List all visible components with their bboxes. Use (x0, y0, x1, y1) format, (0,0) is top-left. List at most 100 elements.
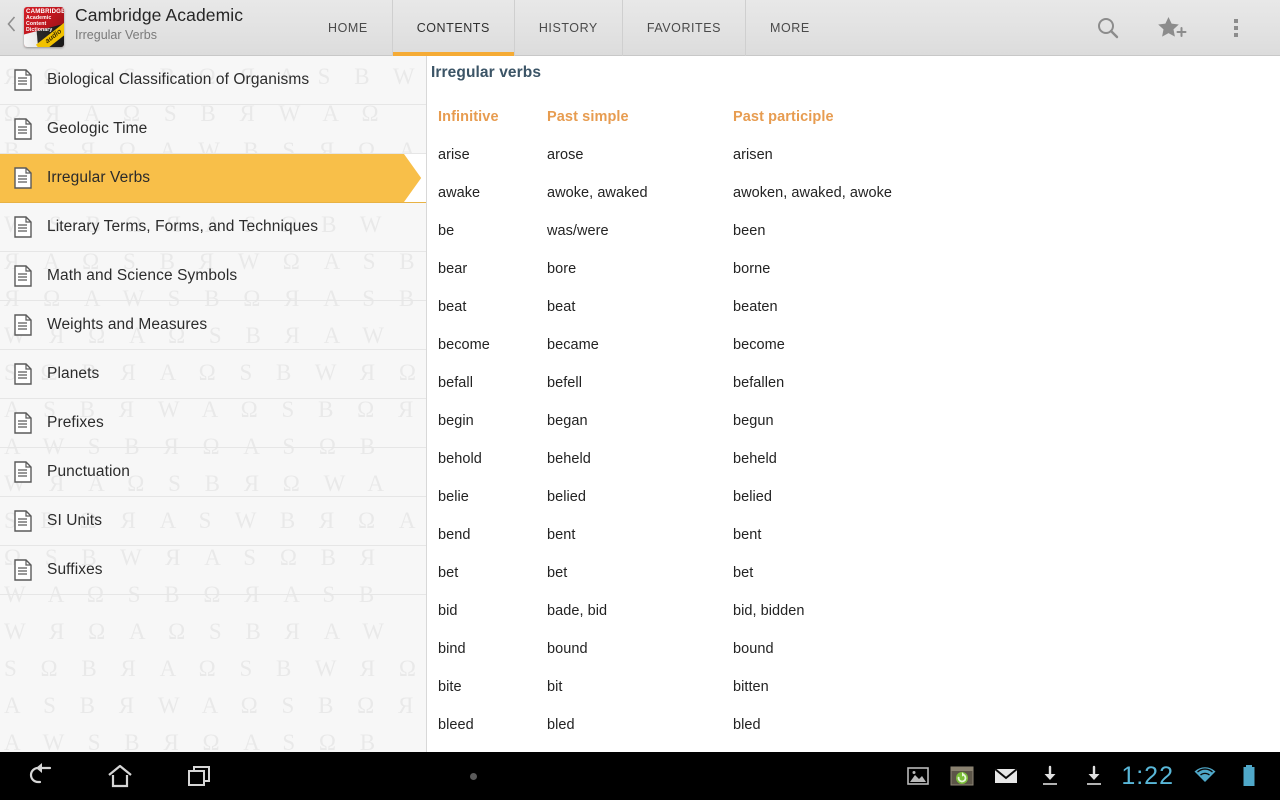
table-cell-past-simple: belied (547, 489, 586, 505)
table-cell-past-participle: bid, bidden (733, 603, 805, 619)
table-header-row: Infinitive Past simple Past participle (427, 109, 1280, 136)
tab-home[interactable]: HOME (304, 0, 392, 56)
document-icon (14, 314, 32, 336)
table-cell-infinitive: befall (438, 375, 473, 391)
nav-center-indicator (240, 772, 897, 780)
nav-dot-indicator (470, 772, 478, 780)
sidebar-item-label: Irregular Verbs (47, 169, 151, 186)
document-icon (14, 461, 32, 483)
table-cell-past-simple: bound (547, 641, 588, 657)
status-clock[interactable]: 1:22 (1117, 752, 1182, 800)
sidebar-item-label: Math and Science Symbols (47, 267, 238, 284)
table-cell-past-simple: began (547, 413, 588, 429)
table-body: arise arose arisen awake awoke, awaked awoken… (427, 136, 1280, 744)
app-root: CAMBRIDGE Academic Content Dictionary au… (0, 0, 1280, 800)
contents-sidebar[interactable]: Я Ω A S B Ω Я A S B W Ω Я A Ω S B Я W A … (0, 56, 426, 752)
sidebar-item-label: Geologic Time (47, 120, 148, 137)
download-status-icon-2-wrap[interactable] (1073, 752, 1115, 800)
table-cell-past-participle: arisen (733, 147, 773, 163)
table-cell-infinitive: bend (438, 527, 471, 543)
sidebar-item-irregular-verbs[interactable]: Irregular Verbs (0, 154, 426, 203)
header-back-caret[interactable] (0, 0, 22, 56)
document-icon (14, 510, 32, 532)
tab-history[interactable]: HISTORY (513, 0, 622, 56)
table-cell-past-participle: beaten (733, 299, 778, 315)
table-row: bind bound bound (427, 630, 1280, 668)
sidebar-item-label: Prefixes (47, 414, 104, 431)
search-icon (1098, 18, 1119, 39)
sidebar-item-literary-terms-forms-and-techniques[interactable]: Literary Terms, Forms, and Techniques (0, 203, 426, 252)
sidebar-item-label: SI Units (47, 512, 103, 529)
table-cell-past-participle: borne (733, 261, 771, 277)
sidebar-item-si-units[interactable]: SI Units (0, 497, 426, 546)
email-status-icon-wrap[interactable] (985, 752, 1027, 800)
download-status-icon-wrap[interactable] (1029, 752, 1071, 800)
sidebar-item-biological-classification-of-organisms[interactable]: Biological Classification of Organisms (0, 56, 426, 105)
table-row: bet bet bet (427, 554, 1280, 592)
table-cell-infinitive: bear (438, 261, 468, 277)
battery-status-icon-wrap[interactable] (1228, 752, 1270, 800)
table-cell-past-simple: bade, bid (547, 603, 608, 619)
tab-favorites[interactable]: FAVORITES (621, 0, 745, 56)
gallery-status-icon-wrap[interactable] (897, 752, 939, 800)
sidebar-item-planets[interactable]: Planets (0, 350, 426, 399)
table-cell-past-participle: bled (733, 717, 761, 733)
status-icon-tray[interactable]: 1:22 (897, 752, 1280, 800)
table-cell-past-simple: bore (547, 261, 577, 277)
table-cell-infinitive: bid (438, 603, 458, 619)
sidebar-item-prefixes[interactable]: Prefixes (0, 399, 426, 448)
sidebar-item-geologic-time[interactable]: Geologic Time (0, 105, 426, 154)
table-cell-infinitive: be (438, 223, 455, 239)
table-row: bleed bled bled (427, 706, 1280, 744)
document-icon (14, 216, 32, 238)
header-actions (1076, 0, 1280, 56)
overflow-menu-button[interactable] (1204, 0, 1268, 56)
sidebar-item-label: Biological Classification of Organisms (47, 71, 310, 88)
document-icon (14, 118, 32, 140)
system-nav-buttons (0, 752, 240, 800)
table-row: beat beat beaten (427, 288, 1280, 326)
table-cell-past-simple: bit (547, 679, 563, 695)
wifi-status-icon-wrap[interactable] (1184, 752, 1226, 800)
table-row: behold beheld beheld (427, 440, 1280, 478)
table-cell-past-participle: awoken, awaked, awoke (733, 185, 893, 201)
table-row: bear bore borne (427, 250, 1280, 288)
table-row: begin began begun (427, 402, 1280, 440)
email-icon (994, 768, 1018, 783)
download-icon-2 (1087, 765, 1102, 785)
sidebar-item-label: Punctuation (47, 463, 130, 480)
home-button[interactable] (80, 752, 160, 800)
table-cell-past-participle: beheld (733, 451, 777, 467)
table-cell-infinitive: begin (438, 413, 474, 429)
table-cell-past-participle: been (733, 223, 766, 239)
app-icon[interactable]: CAMBRIDGE Academic Content Dictionary au… (24, 7, 64, 47)
table-cell-past-participle: become (733, 337, 785, 353)
app-sync-status-icon-wrap[interactable] (941, 752, 983, 800)
battery-icon (1243, 765, 1255, 786)
table-cell-infinitive: behold (438, 451, 482, 467)
table-cell-past-participle: begun (733, 413, 774, 429)
sidebar-item-suffixes[interactable]: Suffixes (0, 546, 426, 595)
sidebar-item-math-and-science-symbols[interactable]: Math and Science Symbols (0, 252, 426, 301)
document-icon (14, 69, 32, 91)
table-row: belie belied belied (427, 478, 1280, 516)
tab-more[interactable]: MORE (745, 0, 834, 56)
table-cell-past-participle: befallen (733, 375, 785, 391)
table-row: befall befell befallen (427, 364, 1280, 402)
back-button[interactable] (0, 752, 80, 800)
table-cell-past-simple: was/were (547, 223, 609, 239)
app-title: Cambridge Academic (75, 5, 244, 25)
document-icon (14, 167, 32, 189)
download-icon (1043, 765, 1058, 785)
table-cell-past-simple: beheld (547, 451, 591, 467)
recent-apps-button[interactable] (160, 752, 240, 800)
sidebar-item-punctuation[interactable]: Punctuation (0, 448, 426, 497)
table-cell-infinitive: belie (438, 489, 469, 505)
search-button[interactable] (1076, 0, 1140, 56)
system-navigation-bar: 1:22 (0, 752, 1280, 800)
sidebar-item-weights-and-measures[interactable]: Weights and Measures (0, 301, 426, 350)
table-cell-past-participle: bent (733, 527, 762, 543)
tab-contents[interactable]: CONTENTS (391, 0, 515, 56)
column-header-past-participle: Past participle (733, 109, 834, 125)
add-favorite-button[interactable] (1140, 0, 1204, 56)
